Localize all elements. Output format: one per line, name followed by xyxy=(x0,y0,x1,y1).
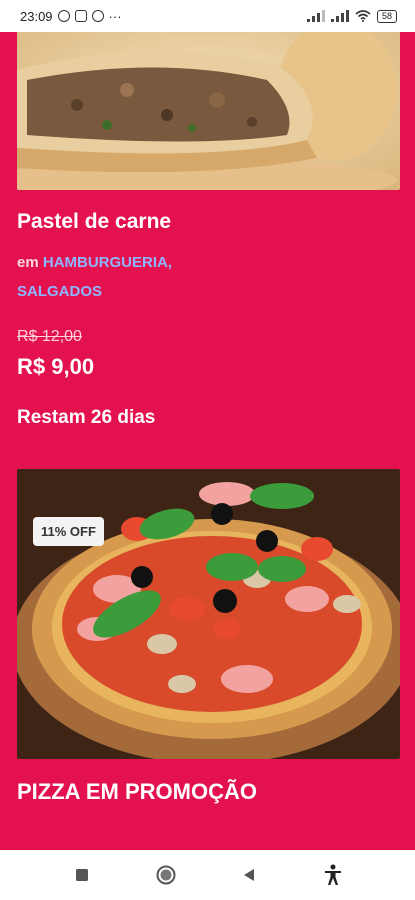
home-button[interactable] xyxy=(151,860,181,890)
back-button[interactable] xyxy=(234,860,264,890)
wifi-icon xyxy=(355,10,371,22)
offer-title[interactable]: Pastel de carne xyxy=(17,210,171,234)
status-time: 23:09 xyxy=(20,8,53,24)
pastel-image[interactable] xyxy=(17,32,400,190)
pizza-image[interactable] xyxy=(17,469,400,759)
category-link-hamburgueria[interactable]: HAMBURGUERIA, xyxy=(43,254,172,271)
category-line: em HAMBURGUERIA, xyxy=(17,254,172,271)
accessibility-icon xyxy=(325,864,342,885)
status-bar: 23:09 ··· 58 xyxy=(0,0,415,32)
instagram-icon xyxy=(74,10,87,22)
category-line-2: SALGADOS xyxy=(17,283,102,300)
signal-icon xyxy=(330,10,349,22)
recents-icon xyxy=(75,869,88,881)
offer-title-2[interactable]: PIZZA EM PROMOÇÃO xyxy=(17,777,257,806)
status-right: 58 xyxy=(306,9,397,23)
home-icon xyxy=(156,865,176,885)
status-left: 23:09 ··· xyxy=(20,9,122,24)
offers-list[interactable]: Pastel de carne em HAMBURGUERIA, SALGADO… xyxy=(0,32,415,850)
signal-icon xyxy=(306,10,325,22)
back-icon xyxy=(244,869,255,881)
navigation-bar xyxy=(0,850,415,900)
more-icon: ··· xyxy=(108,8,122,24)
whatsapp-icon xyxy=(57,10,70,22)
category-link-salgados[interactable]: SALGADOS xyxy=(17,283,102,300)
battery-icon: 58 xyxy=(376,9,397,23)
remaining-days: Restam 26 dias xyxy=(17,407,156,428)
category-prefix: em xyxy=(17,254,39,271)
new-price: R$ 9,00 xyxy=(17,354,95,379)
accessibility-button[interactable] xyxy=(318,860,348,890)
discount-badge: 11% OFF xyxy=(33,517,104,546)
recents-button[interactable] xyxy=(67,860,97,890)
whatsapp-icon xyxy=(91,10,104,22)
old-price: R$ 12,00 xyxy=(17,328,82,345)
